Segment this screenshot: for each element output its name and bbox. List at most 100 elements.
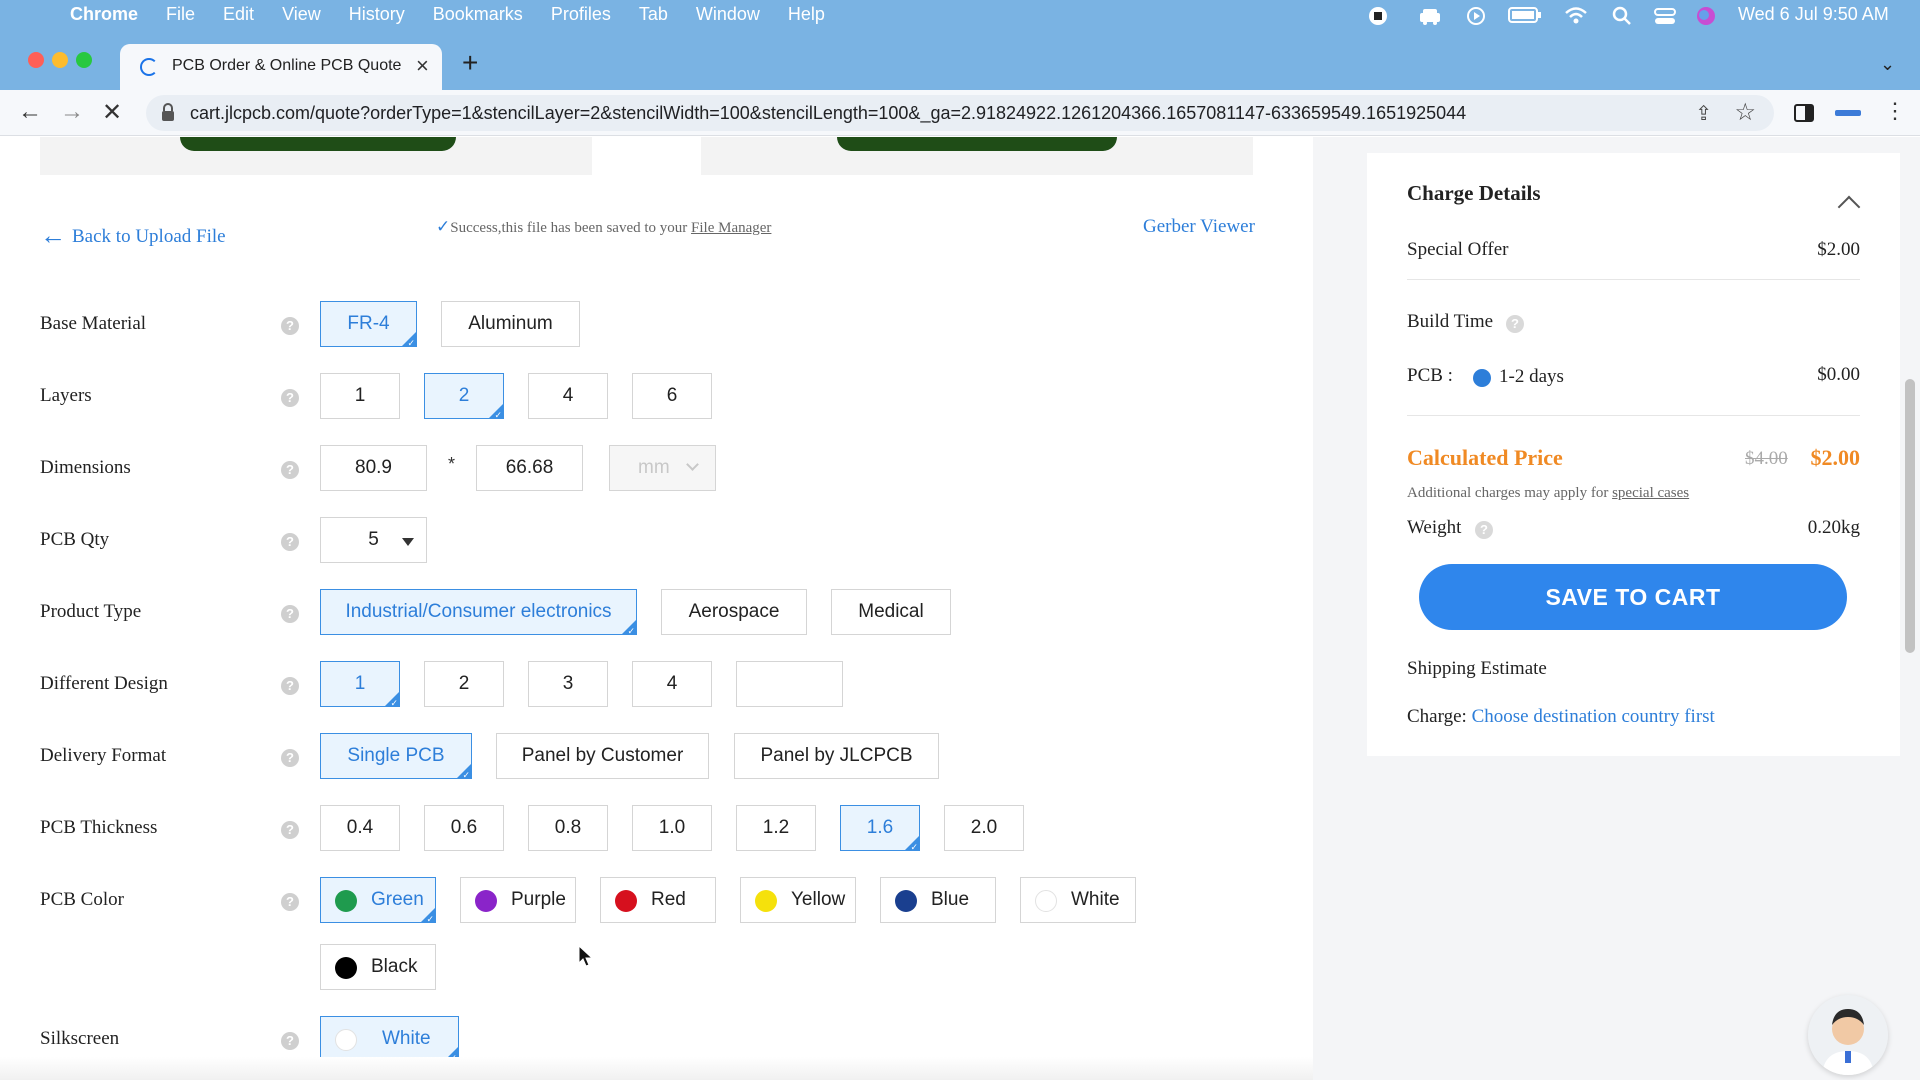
- thickness-option-0-6[interactable]: 0.6: [424, 805, 504, 851]
- bookmark-star-icon[interactable]: ☆: [1734, 98, 1756, 127]
- dimension-width-input[interactable]: 80.9: [320, 445, 427, 491]
- weight-help-icon[interactable]: ?: [1475, 521, 1493, 539]
- chat-support-avatar[interactable]: [1808, 995, 1888, 1075]
- menu-help[interactable]: Help: [788, 4, 825, 25]
- build-time-price: $0.00: [1817, 364, 1860, 385]
- choose-country-link[interactable]: Choose destination country first: [1472, 706, 1715, 727]
- pcb-color-yellow-label: Yellow: [791, 889, 846, 910]
- gerber-viewer-link[interactable]: Gerber Viewer: [1143, 216, 1255, 238]
- silkscreen-white[interactable]: White: [320, 1016, 459, 1064]
- dimension-length-input[interactable]: 66.68: [476, 445, 583, 491]
- extension-icon[interactable]: [1834, 104, 1862, 122]
- share-icon[interactable]: ⇪: [1695, 101, 1712, 126]
- product-type-help-icon[interactable]: ?: [281, 605, 299, 623]
- pcb-qty-help-icon[interactable]: ?: [281, 533, 299, 551]
- layers-help-icon[interactable]: ?: [281, 389, 299, 407]
- menu-bookmarks[interactable]: Bookmarks: [433, 4, 523, 25]
- delivery-format-panel-jlcpcb[interactable]: Panel by JLCPCB: [734, 733, 939, 779]
- layers-option-1[interactable]: 1: [320, 373, 400, 419]
- back-to-upload-link[interactable]: ← Back to Upload File: [40, 219, 226, 250]
- pcb-color-help-icon[interactable]: ?: [281, 893, 299, 911]
- pcb-color-red[interactable]: Red: [600, 877, 716, 923]
- new-tab-button[interactable]: +: [462, 47, 478, 79]
- layers-option-2[interactable]: 2: [424, 373, 504, 421]
- layers-option-6[interactable]: 6: [632, 373, 712, 419]
- pcb-thickness-help-icon[interactable]: ?: [281, 821, 299, 839]
- tab-close-icon[interactable]: ×: [416, 53, 429, 79]
- menu-history[interactable]: History: [349, 4, 405, 25]
- menu-edit[interactable]: Edit: [223, 4, 254, 25]
- window-zoom-button[interactable]: [76, 52, 92, 68]
- battery-icon[interactable]: [1508, 6, 1542, 24]
- different-design-custom-input[interactable]: [736, 661, 843, 707]
- base-material-aluminum[interactable]: Aluminum: [441, 301, 580, 347]
- thickness-option-0-8[interactable]: 0.8: [528, 805, 608, 851]
- build-time-help-icon[interactable]: ?: [1506, 315, 1524, 333]
- delivery-format-single-pcb[interactable]: Single PCB: [320, 733, 472, 781]
- pcb-color-green[interactable]: Green: [320, 877, 436, 925]
- address-bar[interactable]: cart.jlcpcb.com/quote?orderType=1&stenci…: [146, 95, 1774, 131]
- pcb-color-white[interactable]: White: [1020, 877, 1136, 923]
- product-type-medical[interactable]: Medical: [831, 589, 951, 635]
- delivery-format-help-icon[interactable]: ?: [281, 749, 299, 767]
- lock-icon[interactable]: [160, 103, 176, 123]
- app-name-menu[interactable]: Chrome: [70, 4, 138, 25]
- thickness-option-2-0[interactable]: 2.0: [944, 805, 1024, 851]
- menu-view[interactable]: View: [282, 4, 321, 25]
- collapse-chevron-icon[interactable]: [1837, 195, 1861, 219]
- different-design-option-4[interactable]: 4: [632, 661, 712, 707]
- file-manager-link[interactable]: File Manager: [691, 220, 771, 236]
- menubar-clock[interactable]: Wed 6 Jul 9:50 AM: [1738, 4, 1889, 25]
- car-icon[interactable]: [1418, 6, 1442, 26]
- product-type-aerospace[interactable]: Aerospace: [661, 589, 807, 635]
- product-type-industrial[interactable]: Industrial/Consumer electronics: [320, 589, 637, 637]
- url-text[interactable]: cart.jlcpcb.com/quote?orderType=1&stenci…: [190, 103, 1690, 124]
- browser-tab-active[interactable]: PCB Order & Online PCB Quote ×: [120, 44, 442, 90]
- dimensions-help-icon[interactable]: ?: [281, 461, 299, 479]
- play-icon[interactable]: [1466, 6, 1486, 26]
- siri-icon[interactable]: [1696, 6, 1716, 26]
- page-scrollbar[interactable]: [1905, 379, 1915, 653]
- silkscreen-help-icon[interactable]: ?: [281, 1032, 299, 1050]
- save-to-cart-button[interactable]: SAVE TO CART: [1419, 564, 1847, 630]
- menu-window[interactable]: Window: [696, 4, 760, 25]
- menu-tab[interactable]: Tab: [639, 4, 668, 25]
- layers-option-4[interactable]: 4: [528, 373, 608, 419]
- screen-record-icon[interactable]: [1368, 6, 1388, 26]
- chrome-menu-icon[interactable]: ⋮: [1884, 98, 1906, 124]
- menu-profiles[interactable]: Profiles: [551, 4, 611, 25]
- different-design-help-icon[interactable]: ?: [281, 677, 299, 695]
- stop-loading-icon[interactable]: ✕: [102, 98, 122, 127]
- window-minimize-button[interactable]: [52, 52, 68, 68]
- base-material-help-icon[interactable]: ?: [281, 317, 299, 335]
- menu-file[interactable]: File: [166, 4, 195, 25]
- dimension-unit-select[interactable]: mm: [609, 445, 716, 491]
- yellow-swatch: [755, 890, 777, 912]
- base-material-fr4[interactable]: FR-4: [320, 301, 417, 349]
- pcb-color-yellow[interactable]: Yellow: [740, 877, 856, 923]
- tab-search-chevron-icon[interactable]: ⌄: [1880, 54, 1895, 75]
- dimension-unit-value: mm: [638, 457, 670, 478]
- back-arrow-icon[interactable]: ←: [18, 98, 42, 126]
- thickness-option-1-6[interactable]: 1.6: [840, 805, 920, 853]
- different-design-option-3[interactable]: 3: [528, 661, 608, 707]
- pcb-qty-select[interactable]: 5: [320, 517, 427, 563]
- pcb-color-blue[interactable]: Blue: [880, 877, 996, 923]
- build-time-radio[interactable]: [1473, 369, 1491, 387]
- thickness-option-1-2[interactable]: 1.2: [736, 805, 816, 851]
- different-design-option-1[interactable]: 1: [320, 661, 400, 709]
- pcb-color-black[interactable]: Black: [320, 944, 436, 990]
- forward-arrow-icon[interactable]: →: [60, 98, 84, 126]
- window-close-button[interactable]: [28, 52, 44, 68]
- delivery-format-panel-customer[interactable]: Panel by Customer: [496, 733, 709, 779]
- wifi-icon[interactable]: [1564, 6, 1588, 26]
- different-design-option-2[interactable]: 2: [424, 661, 504, 707]
- thickness-option-0-4[interactable]: 0.4: [320, 805, 400, 851]
- side-panel-icon[interactable]: [1794, 104, 1814, 122]
- spotlight-search-icon[interactable]: [1612, 6, 1632, 26]
- special-cases-link[interactable]: special cases: [1612, 485, 1689, 501]
- control-center-icon[interactable]: [1654, 6, 1676, 26]
- pcb-color-purple[interactable]: Purple: [460, 877, 576, 923]
- build-time-option[interactable]: 1-2 days: [1499, 366, 1564, 388]
- thickness-option-1-0[interactable]: 1.0: [632, 805, 712, 851]
